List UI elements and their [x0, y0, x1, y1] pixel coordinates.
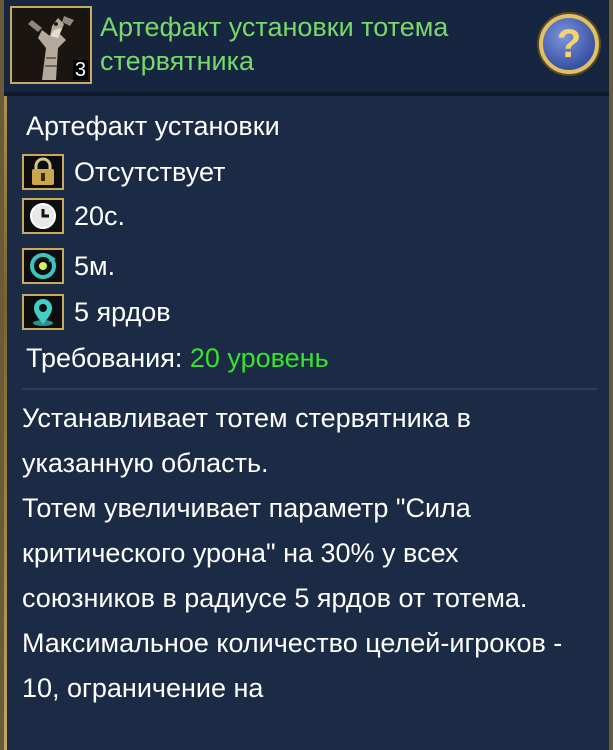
section-divider — [22, 388, 597, 390]
description-paragraph: Тотем увеличивает параметр "Сила критиче… — [22, 493, 528, 613]
description-paragraph: Устанавливает тотем стервятника в указан… — [22, 403, 471, 478]
question-mark-icon: ? — [556, 22, 582, 66]
item-tooltip: 3 Артефакт установки тотема стервятника … — [0, 0, 613, 750]
item-title: Артефакт установки тотема стервятника — [100, 12, 449, 76]
description-paragraph: Максимальное количество целей-игроков - … — [22, 628, 563, 703]
stat-text: Отсутствует — [74, 157, 226, 187]
requirements-value: 20 уровень — [189, 343, 329, 373]
item-stack-count: 3 — [72, 59, 88, 81]
clock-icon — [22, 198, 64, 234]
item-type: Артефакт установки — [26, 111, 280, 141]
requirements-label: Требования: — [26, 343, 190, 373]
item-description: Устанавливает тотем стервятника в указан… — [22, 396, 597, 711]
stat-text: 20с. — [74, 201, 126, 231]
tooltip-header: 3 Артефакт установки тотема стервятника … — [4, 0, 609, 92]
header-divider — [4, 92, 609, 96]
item-icon-slot[interactable]: 3 — [10, 6, 92, 84]
stat-text: 5 ярдов — [74, 297, 171, 327]
stat-text: 5м. — [74, 251, 116, 281]
cooldown-icon — [22, 248, 64, 284]
help-button[interactable]: ? — [539, 14, 599, 74]
lock-icon — [22, 154, 64, 190]
location-pin-icon — [22, 294, 64, 330]
requirements: Требования: 20 уровень — [26, 340, 329, 376]
